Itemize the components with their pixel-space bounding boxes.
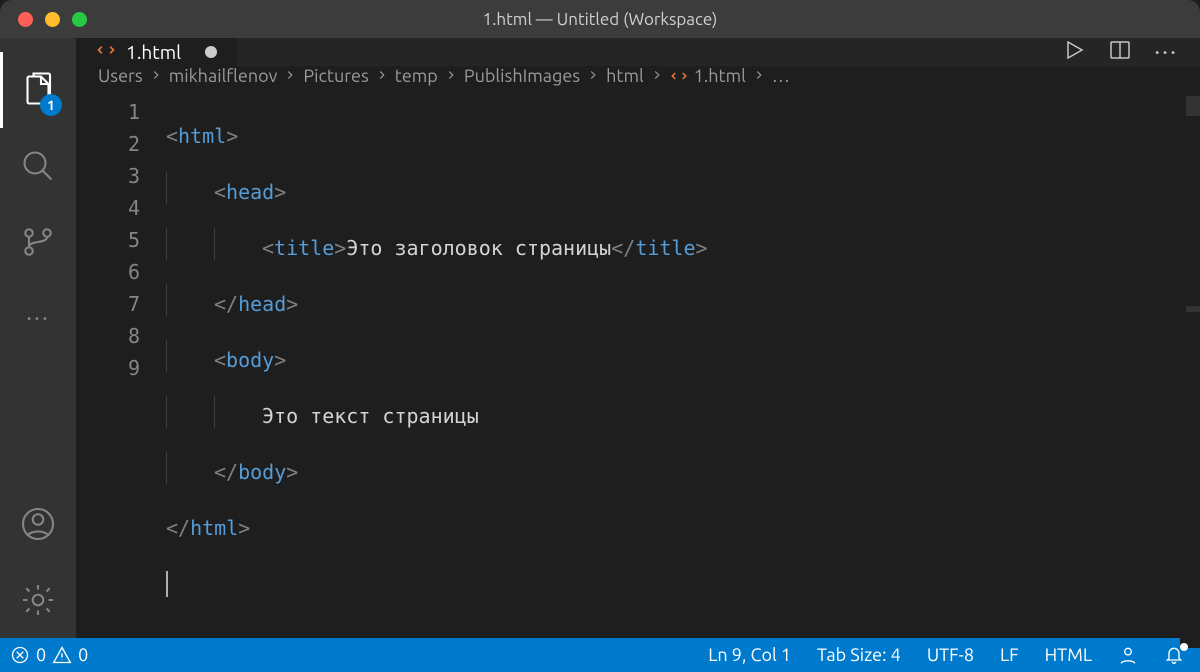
tab-active[interactable]: 1.html xyxy=(76,38,237,66)
breadcrumb-item[interactable]: 1.html xyxy=(670,66,746,86)
status-cursor-position[interactable]: Ln 9, Col 1 xyxy=(708,645,791,665)
activity-explorer[interactable]: 1 xyxy=(0,52,76,128)
tabs-bar: 1.html ··· xyxy=(76,38,1200,66)
html-file-icon xyxy=(96,40,116,64)
status-language-mode[interactable]: HTML xyxy=(1045,645,1092,665)
gear-icon xyxy=(20,582,56,618)
ellipsis-icon: ··· xyxy=(26,306,50,330)
window-controls xyxy=(0,12,87,27)
activity-settings[interactable] xyxy=(0,562,76,638)
breadcrumb[interactable]: Users mikhailflenov Pictures temp Publis… xyxy=(76,66,1200,86)
activity-accounts[interactable] xyxy=(0,486,76,562)
text-cursor xyxy=(166,571,168,597)
breadcrumb-item[interactable]: temp xyxy=(395,66,438,86)
activity-bar: 1 ··· xyxy=(0,38,76,638)
title-bar: 1.html — Untitled (Workspace) xyxy=(0,0,1200,38)
activity-search[interactable] xyxy=(0,128,76,204)
breadcrumb-item[interactable]: Users xyxy=(98,66,143,86)
status-warning-count: 0 xyxy=(78,645,88,665)
activity-more[interactable]: ··· xyxy=(0,280,76,356)
status-indentation[interactable]: Tab Size: 4 xyxy=(817,645,901,665)
run-button[interactable] xyxy=(1062,38,1086,66)
status-problems[interactable]: 0 0 xyxy=(10,645,88,665)
bell-icon xyxy=(1164,645,1184,665)
warning-icon xyxy=(52,645,72,665)
search-icon xyxy=(20,148,56,184)
status-feedback[interactable] xyxy=(1118,645,1138,665)
window-title: 1.html — Untitled (Workspace) xyxy=(0,10,1200,29)
branch-icon xyxy=(20,224,56,260)
status-notifications[interactable] xyxy=(1164,645,1184,665)
more-actions-button[interactable]: ··· xyxy=(1154,40,1178,64)
activity-source-control[interactable] xyxy=(0,204,76,280)
chevron-right-icon xyxy=(586,66,600,86)
editor-actions: ··· xyxy=(1040,38,1200,66)
editor-group: 1.html ··· Users mikhailflenov Pictures xyxy=(76,38,1200,638)
status-encoding[interactable]: UTF-8 xyxy=(927,645,974,665)
explorer-badge: 1 xyxy=(40,94,62,116)
feedback-icon xyxy=(1118,645,1138,665)
breadcrumb-more[interactable]: … xyxy=(772,66,790,86)
chevron-right-icon xyxy=(149,66,163,86)
status-error-count: 0 xyxy=(36,645,46,665)
minimap[interactable] xyxy=(1180,86,1200,648)
code-content[interactable]: <html> <head> <title>Это заголовок стран… xyxy=(166,86,1200,648)
chevron-right-icon xyxy=(444,66,458,86)
status-eol[interactable]: LF xyxy=(1000,645,1019,665)
maximize-window-button[interactable] xyxy=(72,12,87,27)
split-icon xyxy=(1108,38,1132,62)
chevron-right-icon xyxy=(283,66,297,86)
tab-label: 1.html xyxy=(126,41,181,63)
line-gutter: 1 2 3 4 5 6 7 8 9 xyxy=(76,86,166,648)
error-icon xyxy=(10,645,30,665)
chevron-right-icon xyxy=(650,66,664,86)
breadcrumb-item[interactable]: Pictures xyxy=(303,66,368,86)
account-icon xyxy=(20,506,56,542)
chevron-right-icon xyxy=(375,66,389,86)
minimize-window-button[interactable] xyxy=(45,12,60,27)
tab-dirty-indicator xyxy=(205,46,217,58)
chevron-right-icon xyxy=(752,66,766,86)
close-window-button[interactable] xyxy=(18,12,33,27)
breadcrumb-item[interactable]: html xyxy=(606,66,644,86)
breadcrumb-item[interactable]: mikhailflenov xyxy=(169,66,278,86)
code-editor[interactable]: 1 2 3 4 5 6 7 8 9 <html> <head> <title>Э… xyxy=(76,86,1200,648)
html-file-icon xyxy=(670,67,688,85)
play-icon xyxy=(1062,38,1086,62)
split-editor-button[interactable] xyxy=(1108,38,1132,66)
breadcrumb-item[interactable]: PublishImages xyxy=(464,66,580,86)
